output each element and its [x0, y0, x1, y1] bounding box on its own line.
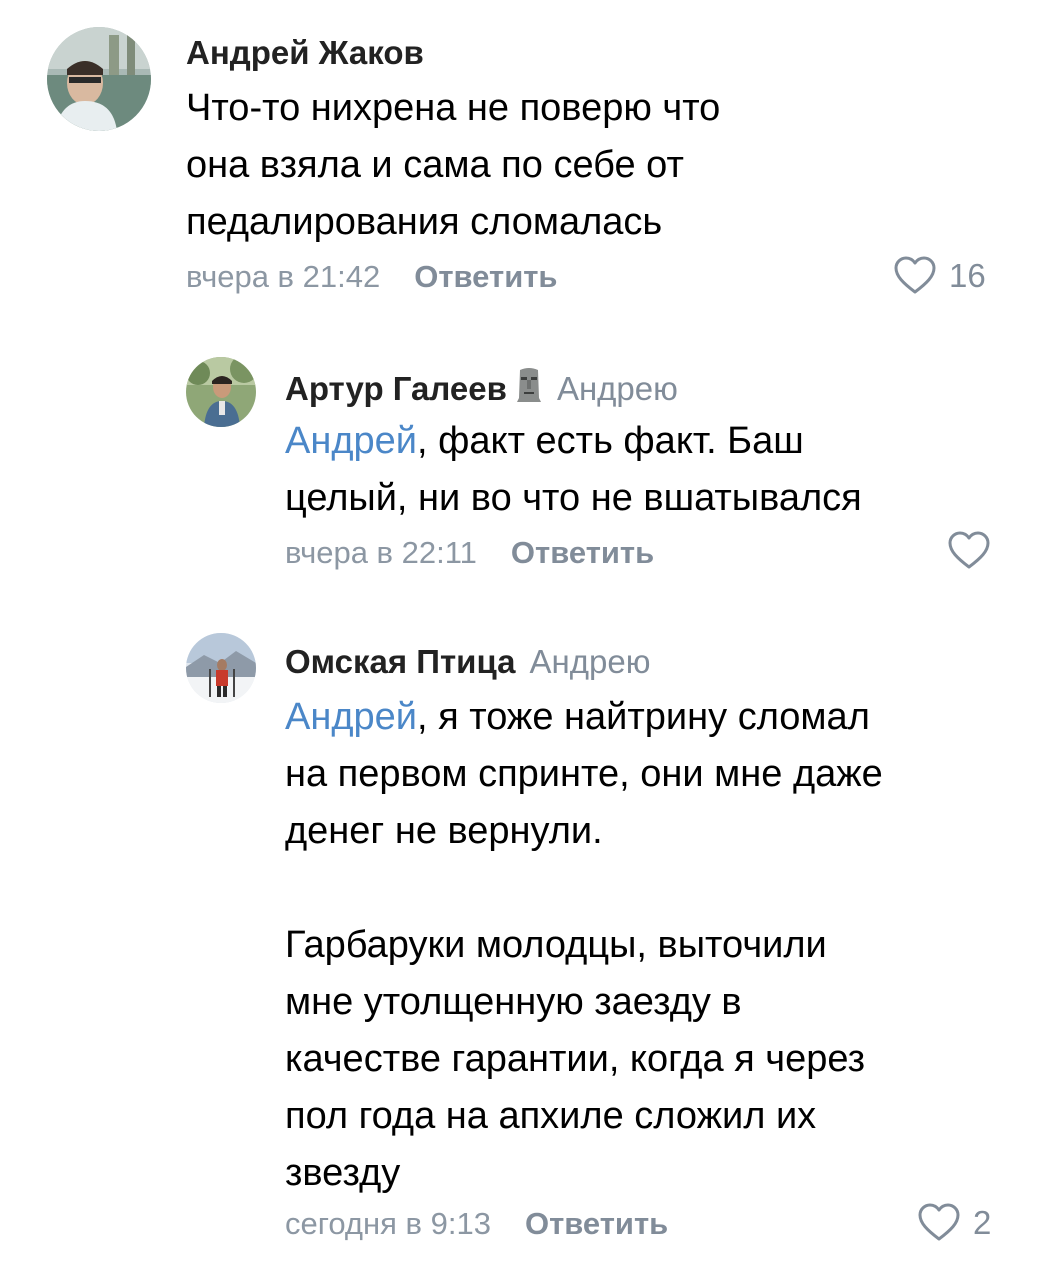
text-line: , факт есть факт. Баш: [417, 420, 804, 462]
text-line: мне утолщенную заезду в: [285, 981, 742, 1023]
text-line: , я тоже найтрину сломал: [417, 696, 870, 738]
author-name[interactable]: Артур Галеев: [285, 370, 507, 407]
comment-text: Андрей, я тоже найтрину сломал на первом…: [285, 689, 883, 1202]
comment-meta: вчера в 21:42 Ответить: [186, 257, 558, 297]
text-line: целый, ни во что не вшатывался: [285, 477, 862, 519]
comment-meta: сегодня в 9:13 Ответить: [285, 1204, 668, 1244]
text-line: денег не вернули.: [285, 810, 603, 852]
reply-button[interactable]: Ответить: [525, 1206, 668, 1241]
comment-time[interactable]: вчера в 22:11: [285, 535, 477, 570]
reply-to-label[interactable]: Андрею: [530, 643, 651, 680]
text-line: звезду: [285, 1152, 401, 1194]
comment-text: Андрей, факт есть факт. Баш целый, ни во…: [285, 413, 862, 527]
reply-button[interactable]: Ответить: [511, 535, 654, 570]
avatar[interactable]: [186, 357, 256, 427]
author-name[interactable]: Омская Птица: [285, 643, 516, 680]
heart-icon: [917, 1203, 961, 1243]
author-name[interactable]: Андрей Жаков: [186, 34, 424, 71]
avatar[interactable]: [186, 633, 256, 703]
text-line: педалирования сломалась: [186, 201, 663, 243]
text-line: пол года на апхиле сложил их: [285, 1095, 817, 1137]
text-line: она взяла и сама по себе от: [186, 144, 684, 186]
comment-author[interactable]: Омская Птица Андрею: [285, 642, 650, 682]
reply-button[interactable]: Ответить: [414, 259, 557, 294]
reply-to-label[interactable]: Андрею: [557, 370, 678, 407]
like-button[interactable]: 2: [917, 1203, 991, 1243]
comment-author[interactable]: Андрей Жаков: [186, 33, 424, 73]
text-line: качестве гарантии, когда я через: [285, 1038, 866, 1080]
text-line: Гарбаруки молодцы, выточили: [285, 924, 827, 966]
comment-time[interactable]: сегодня в 9:13: [285, 1206, 491, 1241]
like-count: 16: [949, 257, 986, 294]
like-button[interactable]: [947, 531, 991, 571]
like-button[interactable]: 16: [893, 256, 986, 296]
mention-link[interactable]: Андрей: [285, 696, 417, 738]
comment-text: Что-то нихрена не поверю что она взяла и…: [186, 80, 720, 251]
like-count: 2: [973, 1204, 992, 1241]
heart-icon: [947, 531, 991, 571]
avatar[interactable]: [47, 27, 151, 131]
text-line: Что-то нихрена не поверю что: [186, 87, 721, 129]
comment-meta: вчера в 22:11 Ответить: [285, 533, 654, 573]
moai-icon: [515, 366, 543, 413]
heart-icon: [893, 256, 937, 296]
text-line: на первом спринте, они мне даже: [285, 753, 883, 795]
comment-time[interactable]: вчера в 21:42: [186, 259, 380, 294]
comment-author[interactable]: Артур Галеев Андрею: [285, 366, 678, 413]
mention-link[interactable]: Андрей: [285, 420, 417, 462]
